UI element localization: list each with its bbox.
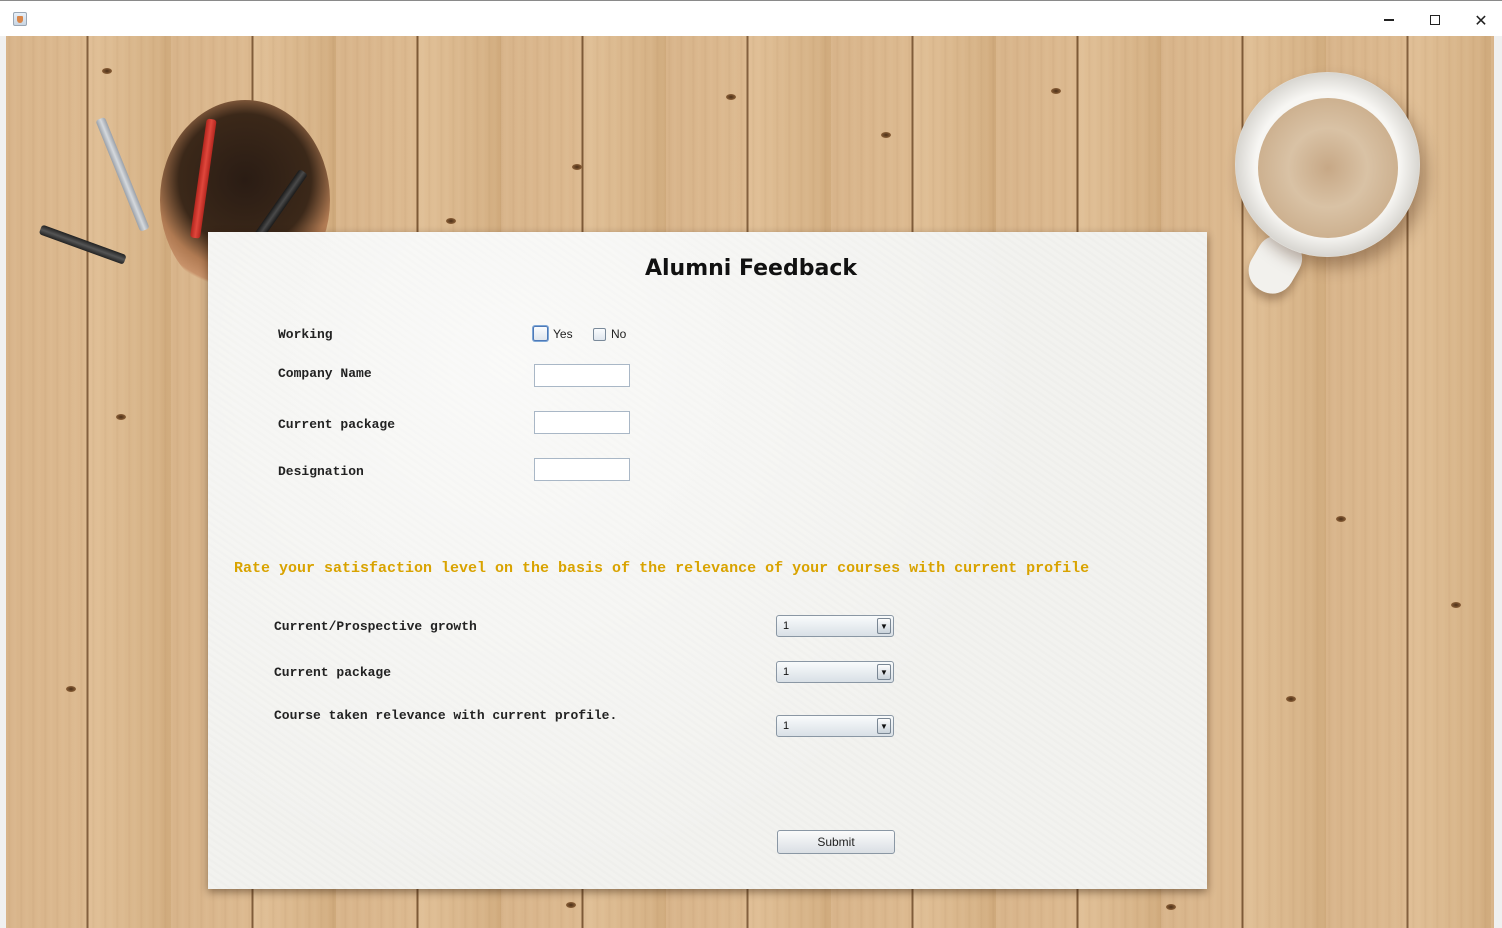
- minimize-button[interactable]: [1366, 7, 1412, 33]
- maximize-icon: [1430, 15, 1440, 25]
- checkbox-icon[interactable]: [533, 326, 548, 341]
- submit-button[interactable]: Submit: [777, 830, 895, 854]
- package-rating-dropdown[interactable]: 1 ▼: [776, 661, 894, 683]
- dropdown-value: 1: [783, 620, 790, 632]
- wood-knot: [116, 414, 126, 420]
- company-name-input[interactable]: [534, 364, 630, 387]
- wood-knot: [1166, 904, 1176, 910]
- wood-knot: [572, 164, 582, 170]
- working-no-checkbox[interactable]: No: [593, 327, 626, 341]
- window-titlebar: ✕: [0, 0, 1502, 36]
- current-package-label: Current package: [278, 417, 396, 432]
- wood-knot: [446, 218, 456, 224]
- growth-rating-dropdown[interactable]: 1 ▼: [776, 615, 894, 637]
- chevron-down-icon[interactable]: ▼: [877, 618, 891, 634]
- wood-knot: [1051, 88, 1061, 94]
- rating-label-package: Current package: [274, 665, 392, 680]
- wood-knot: [726, 94, 736, 100]
- dropdown-value: 1: [783, 666, 790, 678]
- working-no-label: No: [611, 327, 627, 341]
- rating-label-relevance: Course taken relevance with current prof…: [274, 708, 618, 723]
- wood-knot: [1286, 696, 1296, 702]
- working-label: Working: [278, 327, 333, 342]
- chevron-down-icon[interactable]: ▼: [877, 664, 891, 680]
- rating-prompt: Rate your satisfaction level on the basi…: [234, 560, 1090, 577]
- company-name-label: Company Name: [278, 366, 372, 381]
- java-cup-icon[interactable]: [13, 12, 27, 26]
- coffee-foam-image: [1258, 98, 1398, 238]
- close-icon: ✕: [1474, 10, 1488, 30]
- wood-knot: [102, 68, 112, 74]
- minimize-icon: [1384, 19, 1394, 21]
- relevance-rating-dropdown[interactable]: 1 ▼: [776, 715, 894, 737]
- wood-knot: [66, 686, 76, 692]
- wood-knot: [881, 132, 891, 138]
- dropdown-value: 1: [783, 720, 790, 732]
- designation-label: Designation: [278, 464, 364, 479]
- wood-knot: [1336, 516, 1346, 522]
- maximize-button[interactable]: [1412, 7, 1458, 33]
- checkbox-icon[interactable]: [593, 327, 606, 341]
- current-package-input[interactable]: [534, 411, 630, 434]
- chevron-down-icon[interactable]: ▼: [877, 718, 891, 734]
- working-yes-checkbox[interactable]: Yes: [533, 326, 573, 341]
- close-button[interactable]: ✕: [1458, 7, 1502, 33]
- rating-label-growth: Current/Prospective growth: [274, 619, 477, 634]
- designation-input[interactable]: [534, 458, 630, 481]
- working-yes-label: Yes: [553, 326, 573, 341]
- wood-knot: [566, 902, 576, 908]
- page-title: Alumni Feedback: [644, 256, 857, 281]
- wood-knot: [1451, 602, 1461, 608]
